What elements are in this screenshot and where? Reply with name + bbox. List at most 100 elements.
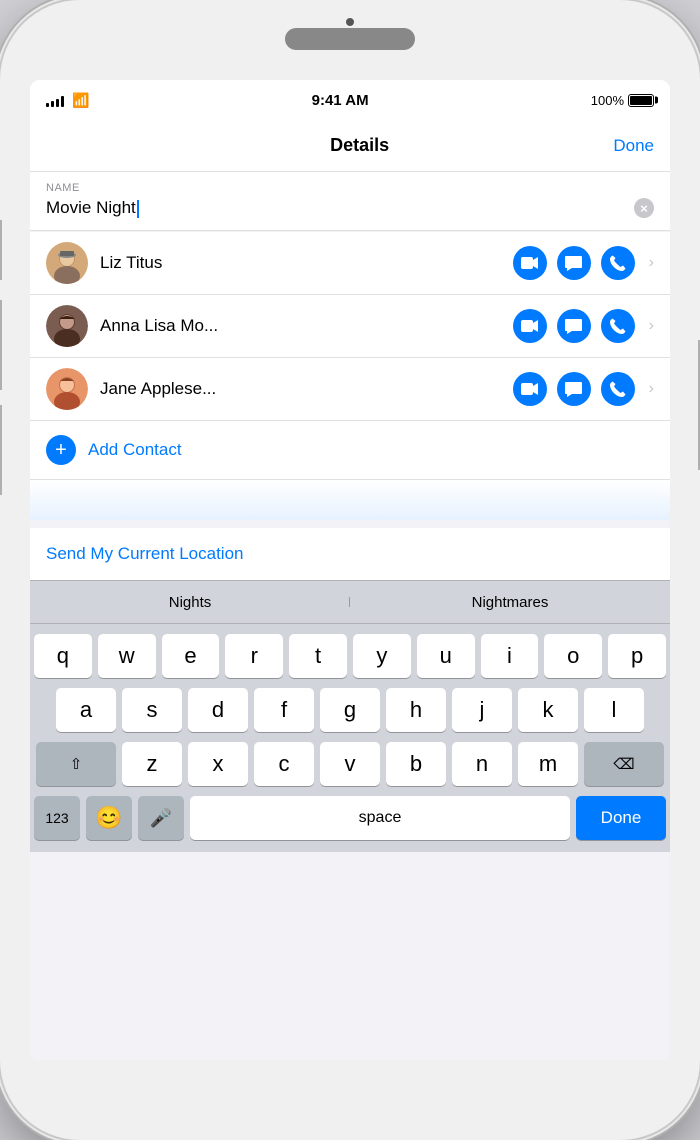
shift-key[interactable]: ⇧	[36, 742, 116, 786]
space-key[interactable]: space	[190, 796, 570, 840]
content-area: NAME Movie Night ×	[30, 172, 670, 1060]
status-time: 9:41 AM	[312, 92, 369, 109]
key-c[interactable]: c	[254, 742, 314, 786]
mute-button	[0, 220, 2, 280]
name-section: NAME Movie Night ×	[30, 172, 670, 231]
contact-name: Jane Applese...	[100, 379, 513, 399]
battery-icon	[628, 94, 654, 107]
autocomplete-item[interactable]: Nights	[30, 594, 350, 611]
phone-frame: 📶 9:41 AM 100% Details Done NAME	[0, 0, 700, 1140]
key-p[interactable]: p	[608, 634, 666, 678]
volume-up-button	[0, 300, 2, 390]
clear-button[interactable]: ×	[634, 198, 654, 218]
emoji-key[interactable]: 😊	[86, 796, 132, 840]
video-call-button[interactable]	[513, 246, 547, 280]
key-a[interactable]: a	[56, 688, 116, 732]
phone-call-button[interactable]	[601, 309, 635, 343]
signal-bar-2	[51, 101, 54, 107]
message-button[interactable]	[557, 309, 591, 343]
keyboard-row-3: ⇧ z x c v b n m ⌫	[34, 742, 666, 786]
keyboard: q w e r t y u i o p a s d f g	[30, 624, 670, 852]
nav-title: Details	[330, 135, 389, 156]
key-g[interactable]: g	[320, 688, 380, 732]
contacts-list: Liz Titus	[30, 232, 670, 520]
keyboard-done-button[interactable]: Done	[576, 796, 666, 840]
contact-row[interactable]: Liz Titus	[30, 232, 670, 295]
name-input[interactable]: Movie Night	[46, 198, 139, 218]
key-h[interactable]: h	[386, 688, 446, 732]
status-right: 100%	[591, 93, 654, 108]
add-plus-icon: +	[46, 435, 76, 465]
autocomplete-item[interactable]: Nightmares	[350, 594, 670, 611]
name-input-row: Movie Night ×	[46, 198, 654, 218]
contact-name: Liz Titus	[100, 253, 513, 273]
key-z[interactable]: z	[122, 742, 182, 786]
keyboard-row-2: a s d f g h j k l	[34, 688, 666, 732]
name-field-label: NAME	[46, 182, 654, 194]
key-l[interactable]: l	[584, 688, 644, 732]
contact-row[interactable]: Anna Lisa Mo...	[30, 295, 670, 358]
key-q[interactable]: q	[34, 634, 92, 678]
key-n[interactable]: n	[452, 742, 512, 786]
wifi-icon: 📶	[72, 92, 89, 109]
key-d[interactable]: d	[188, 688, 248, 732]
key-t[interactable]: t	[289, 634, 347, 678]
contact-actions: ›	[513, 372, 654, 406]
contact-name: Anna Lisa Mo...	[100, 316, 513, 336]
speaker	[285, 28, 415, 50]
key-o[interactable]: o	[544, 634, 602, 678]
key-y[interactable]: y	[353, 634, 411, 678]
screen: 📶 9:41 AM 100% Details Done NAME	[30, 80, 670, 1060]
message-button[interactable]	[557, 372, 591, 406]
avatar	[46, 368, 88, 410]
key-b[interactable]: b	[386, 742, 446, 786]
text-cursor	[137, 200, 139, 218]
autocomplete-bar: Nights Nightmares	[30, 580, 670, 624]
chevron-right-icon: ›	[649, 317, 654, 335]
key-u[interactable]: u	[417, 634, 475, 678]
key-j[interactable]: j	[452, 688, 512, 732]
message-button[interactable]	[557, 246, 591, 280]
chevron-right-icon: ›	[649, 380, 654, 398]
contact-actions: ›	[513, 309, 654, 343]
key-e[interactable]: e	[162, 634, 220, 678]
battery-percent: 100%	[591, 93, 624, 108]
status-bar: 📶 9:41 AM 100%	[30, 80, 670, 120]
avatar	[46, 242, 88, 284]
gradient-overlay	[30, 480, 670, 520]
phone-call-button[interactable]	[601, 246, 635, 280]
chevron-right-icon: ›	[649, 254, 654, 272]
key-m[interactable]: m	[518, 742, 578, 786]
key-123[interactable]: 123	[34, 796, 80, 840]
key-k[interactable]: k	[518, 688, 578, 732]
add-contact-row[interactable]: + Add Contact	[30, 421, 670, 480]
key-r[interactable]: r	[225, 634, 283, 678]
signal-bars	[46, 93, 64, 107]
signal-bar-4	[61, 96, 64, 107]
signal-bar-1	[46, 103, 49, 107]
keyboard-bottom-row: 123 😊 🎤 space Done	[34, 796, 666, 840]
keyboard-row-1: q w e r t y u i o p	[34, 634, 666, 678]
key-v[interactable]: v	[320, 742, 380, 786]
nav-done-button[interactable]: Done	[613, 136, 654, 156]
volume-down-button	[0, 405, 2, 495]
mic-key[interactable]: 🎤	[138, 796, 184, 840]
signal-bar-3	[56, 99, 59, 107]
contact-actions: ›	[513, 246, 654, 280]
contact-row[interactable]: Jane Applese...	[30, 358, 670, 421]
add-contact-label: Add Contact	[88, 440, 182, 460]
key-s[interactable]: s	[122, 688, 182, 732]
video-call-button[interactable]	[513, 372, 547, 406]
video-call-button[interactable]	[513, 309, 547, 343]
backspace-key[interactable]: ⌫	[584, 742, 664, 786]
key-f[interactable]: f	[254, 688, 314, 732]
key-i[interactable]: i	[481, 634, 539, 678]
location-section[interactable]: Send My Current Location	[30, 528, 670, 580]
avatar	[46, 305, 88, 347]
nav-bar: Details Done	[30, 120, 670, 172]
key-w[interactable]: w	[98, 634, 156, 678]
location-link[interactable]: Send My Current Location	[46, 544, 244, 563]
status-left: 📶	[46, 92, 89, 109]
key-x[interactable]: x	[188, 742, 248, 786]
phone-call-button[interactable]	[601, 372, 635, 406]
